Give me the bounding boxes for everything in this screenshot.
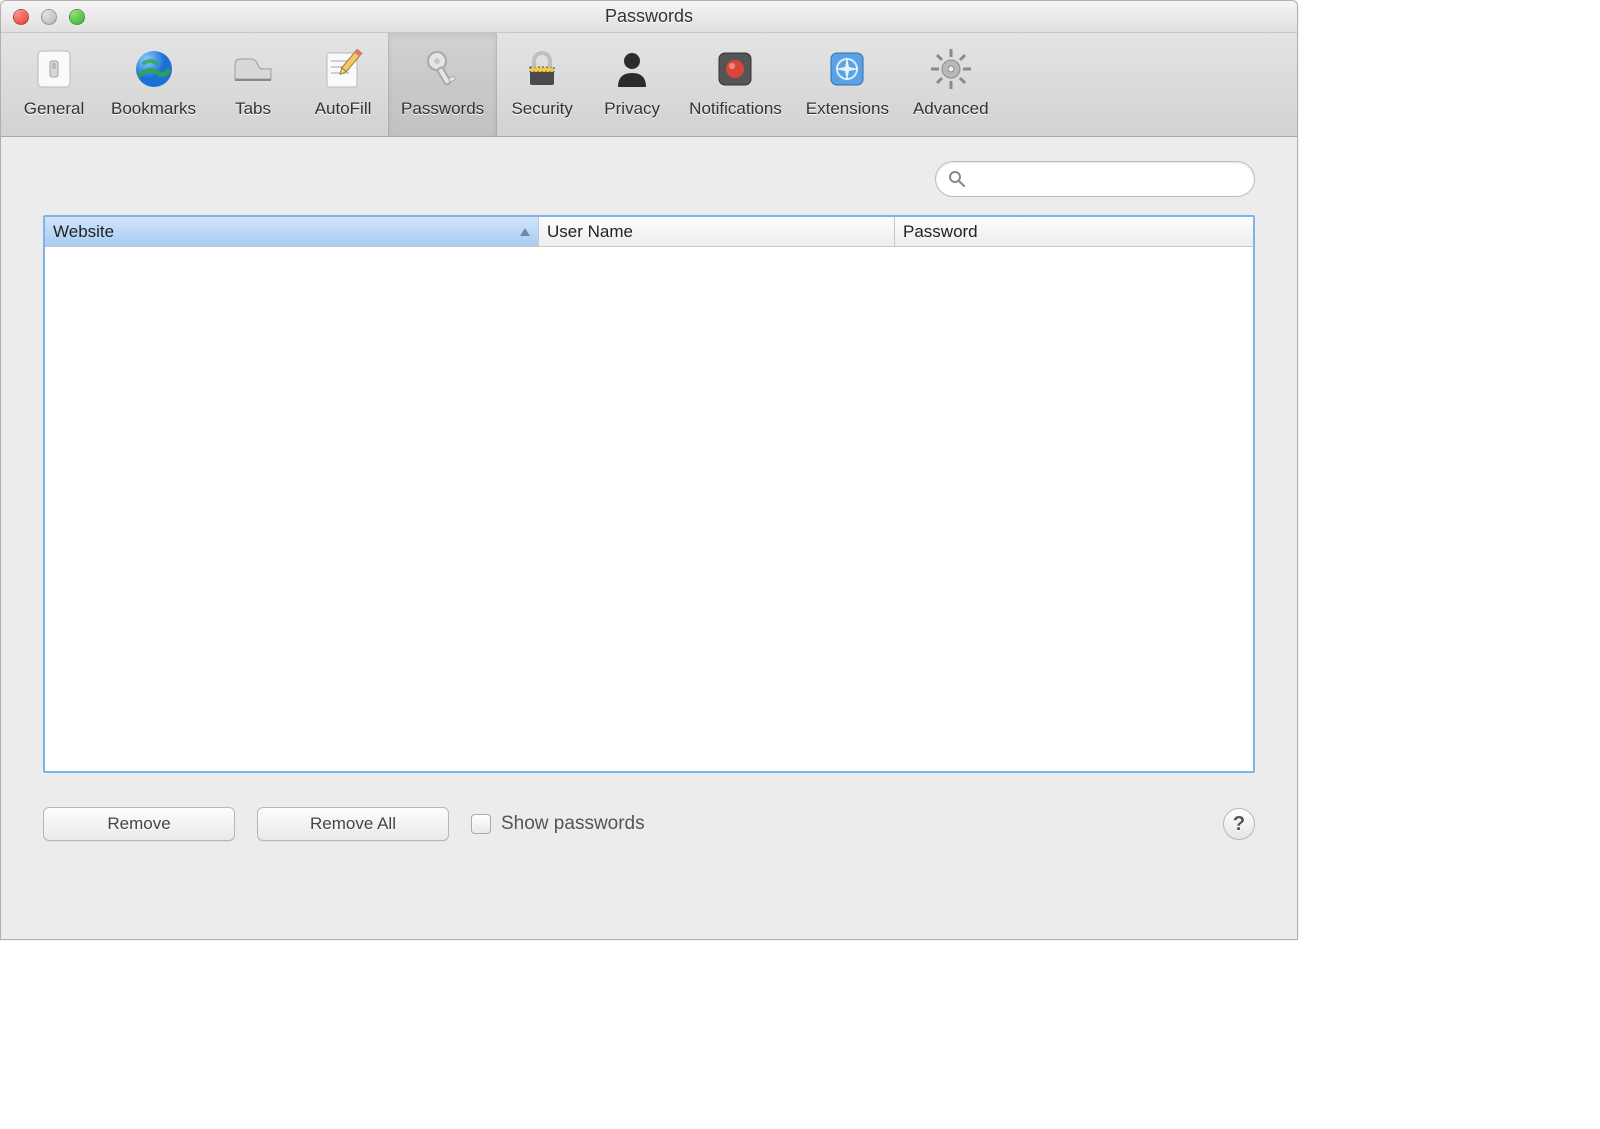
tab-icon: [225, 41, 281, 97]
footer-controls: Remove Remove All Show passwords ?: [43, 807, 1255, 841]
checkbox-box-icon: [471, 814, 491, 834]
tab-advanced[interactable]: Advanced: [901, 33, 1001, 136]
tab-security-label: Security: [511, 99, 572, 119]
preferences-toolbar: General Bookmarks Tabs: [1, 33, 1297, 137]
tab-general-label: General: [24, 99, 84, 119]
notification-badge-icon: [707, 41, 763, 97]
passwords-table: Website User Name Password: [43, 215, 1255, 773]
tab-extensions-label: Extensions: [806, 99, 889, 119]
column-header-website[interactable]: Website: [45, 217, 539, 247]
tab-security[interactable]: Security: [497, 33, 587, 136]
switch-icon: [26, 41, 82, 97]
column-header-username-label: User Name: [547, 222, 633, 242]
puzzle-piece-icon: [819, 41, 875, 97]
tab-bookmarks-label: Bookmarks: [111, 99, 196, 119]
tab-privacy-label: Privacy: [604, 99, 660, 119]
tab-privacy[interactable]: Privacy: [587, 33, 677, 136]
tab-passwords-label: Passwords: [401, 99, 484, 119]
sort-ascending-icon: [520, 228, 530, 236]
column-header-website-label: Website: [53, 222, 114, 242]
key-icon: [415, 41, 471, 97]
search-icon: [948, 170, 966, 188]
show-passwords-label: Show passwords: [501, 813, 645, 835]
column-header-username[interactable]: User Name: [539, 217, 895, 247]
form-pencil-icon: [315, 41, 371, 97]
tab-tabs-label: Tabs: [235, 99, 271, 119]
tab-autofill[interactable]: AutoFill: [298, 33, 388, 136]
remove-all-button[interactable]: Remove All: [257, 807, 449, 841]
tab-passwords[interactable]: Passwords: [388, 33, 497, 136]
tab-bookmarks[interactable]: Bookmarks: [99, 33, 208, 136]
search-field[interactable]: [935, 161, 1255, 197]
column-header-password[interactable]: Password: [895, 217, 1253, 247]
tab-tabs[interactable]: Tabs: [208, 33, 298, 136]
preferences-window: Passwords General Bo: [0, 0, 1298, 940]
titlebar: Passwords: [1, 1, 1297, 33]
zoom-window-button[interactable]: [69, 9, 85, 25]
table-header-row: Website User Name Password: [45, 217, 1253, 247]
tab-autofill-label: AutoFill: [315, 99, 372, 119]
tab-notifications[interactable]: Notifications: [677, 33, 794, 136]
tab-extensions[interactable]: Extensions: [794, 33, 901, 136]
remove-button[interactable]: Remove: [43, 807, 235, 841]
content-pane: Website User Name Password Remove Remove…: [1, 137, 1297, 939]
gear-icon: [923, 41, 979, 97]
person-silhouette-icon: [604, 41, 660, 97]
search-input[interactable]: [972, 169, 1242, 189]
window-controls: [13, 9, 85, 25]
lock-icon: [514, 41, 570, 97]
tab-advanced-label: Advanced: [913, 99, 989, 119]
table-body-empty: [45, 247, 1253, 771]
minimize-window-button[interactable]: [41, 9, 57, 25]
close-window-button[interactable]: [13, 9, 29, 25]
tab-notifications-label: Notifications: [689, 99, 782, 119]
help-button[interactable]: ?: [1223, 808, 1255, 840]
window-title: Passwords: [1, 6, 1297, 27]
globe-icon: [126, 41, 182, 97]
column-header-password-label: Password: [903, 222, 978, 242]
show-passwords-checkbox[interactable]: Show passwords: [471, 813, 645, 835]
tab-general[interactable]: General: [9, 33, 99, 136]
